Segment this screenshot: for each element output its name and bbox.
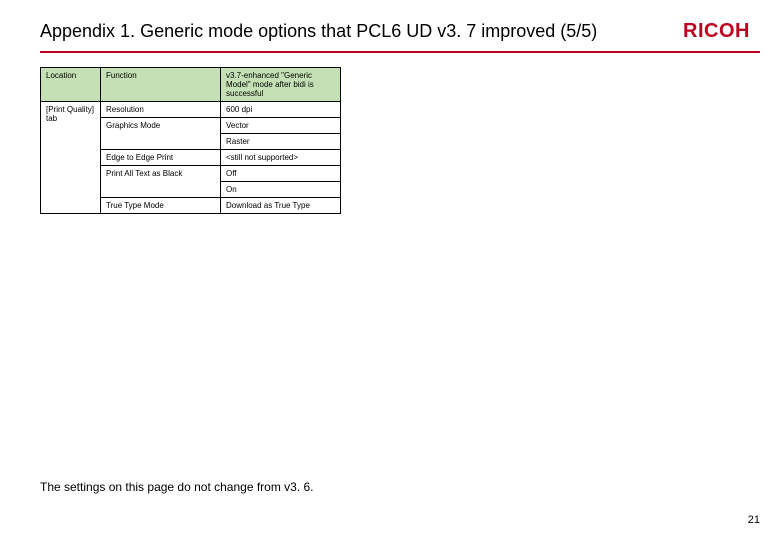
cell-function: Resolution	[101, 102, 221, 118]
cell-value: 600 dpi	[221, 102, 341, 118]
col-header-location: Location	[41, 68, 101, 102]
table-header-row: Location Function v3.7-enhanced "Generic…	[41, 68, 341, 102]
slide-header: Appendix 1. Generic mode options that PC…	[0, 0, 780, 47]
options-table: Location Function v3.7-enhanced "Generic…	[40, 67, 341, 214]
options-table-wrap: Location Function v3.7-enhanced "Generic…	[40, 67, 780, 214]
cell-value: <still not supported>	[221, 150, 341, 166]
cell-value: Off	[221, 166, 341, 182]
page-title: Appendix 1. Generic mode options that PC…	[40, 21, 683, 42]
cell-function: Edge to Edge Print	[101, 150, 221, 166]
col-header-value: v3.7-enhanced "Generic Model" mode after…	[221, 68, 341, 102]
ricoh-logo: RICOH	[683, 20, 760, 43]
cell-function: Graphics Mode	[101, 118, 221, 150]
cell-location: [Print Quality] tab	[41, 102, 101, 214]
footer-note: The settings on this page do not change …	[40, 480, 314, 494]
cell-value: Raster	[221, 134, 341, 150]
col-header-function: Function	[101, 68, 221, 102]
cell-function: Print All Text as Black	[101, 166, 221, 198]
page-number: 21	[748, 514, 760, 526]
cell-value: Vector	[221, 118, 341, 134]
table-row: [Print Quality] tab Resolution 600 dpi	[41, 102, 341, 118]
cell-value: On	[221, 182, 341, 198]
divider-rule	[40, 51, 760, 53]
cell-function: True Type Mode	[101, 198, 221, 214]
cell-value: Download as True Type	[221, 198, 341, 214]
